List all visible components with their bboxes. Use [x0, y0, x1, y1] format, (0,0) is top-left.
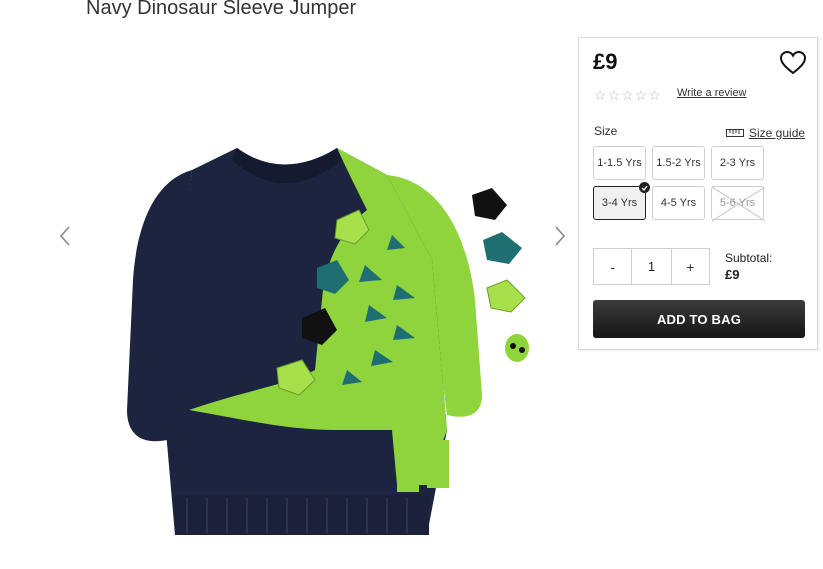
size-guide-link[interactable]: Size guide: [726, 126, 805, 140]
size-option-4-5[interactable]: 4-5 Yrs: [652, 186, 705, 220]
star-icon: ☆: [621, 87, 634, 103]
purchase-panel: £9 ☆ ☆ ☆ ☆ ☆ Write a review Size Size gu…: [578, 37, 818, 350]
size-option-5-6[interactable]: 5-6 Yrs: [711, 186, 765, 221]
add-to-bag-button[interactable]: ADD TO BAG: [593, 300, 805, 338]
chevron-right-icon: [555, 226, 566, 246]
gallery-prev-button[interactable]: [54, 222, 76, 250]
product-image: [127, 148, 529, 535]
size-option-label: 3-4 Yrs: [601, 197, 638, 209]
product-title: Navy Dinosaur Sleeve Jumper: [86, 0, 357, 19]
gallery-next-button[interactable]: [549, 222, 571, 250]
star-icon: ☆: [648, 87, 661, 103]
size-option-2-3[interactable]: 2-3 Yrs: [711, 146, 764, 180]
size-guide-label: Size guide: [749, 126, 806, 140]
size-option-1-1.5[interactable]: 1-1.5 Yrs: [593, 146, 646, 180]
star-icon: ☆: [634, 87, 648, 103]
wishlist-button[interactable]: [779, 50, 807, 75]
price: £9: [593, 49, 618, 74]
quantity-stepper: - 1 +: [593, 248, 710, 285]
heart-icon: [779, 50, 807, 75]
ruler-icon: [726, 129, 744, 137]
quantity-increase-button[interactable]: +: [672, 249, 709, 284]
write-review-link[interactable]: Write a review: [677, 87, 746, 99]
quantity-decrease-button[interactable]: -: [594, 249, 631, 284]
size-label: Size: [594, 124, 618, 138]
size-option-label: 5-6 Yrs: [719, 197, 756, 209]
check-icon: [639, 182, 650, 193]
rating-stars: ☆ ☆ ☆ ☆ ☆: [594, 88, 661, 102]
star-icon: ☆: [594, 87, 607, 103]
size-option-1.5-2[interactable]: 1.5-2 Yrs: [652, 146, 705, 180]
quantity-input[interactable]: 1: [631, 249, 672, 284]
subtotal-value: £9: [725, 267, 740, 282]
subtotal-label: Subtotal:: [725, 251, 773, 265]
chevron-left-icon: [59, 226, 70, 246]
size-option-3-4[interactable]: 3-4 Yrs: [593, 182, 650, 220]
star-icon: ☆: [607, 87, 621, 103]
